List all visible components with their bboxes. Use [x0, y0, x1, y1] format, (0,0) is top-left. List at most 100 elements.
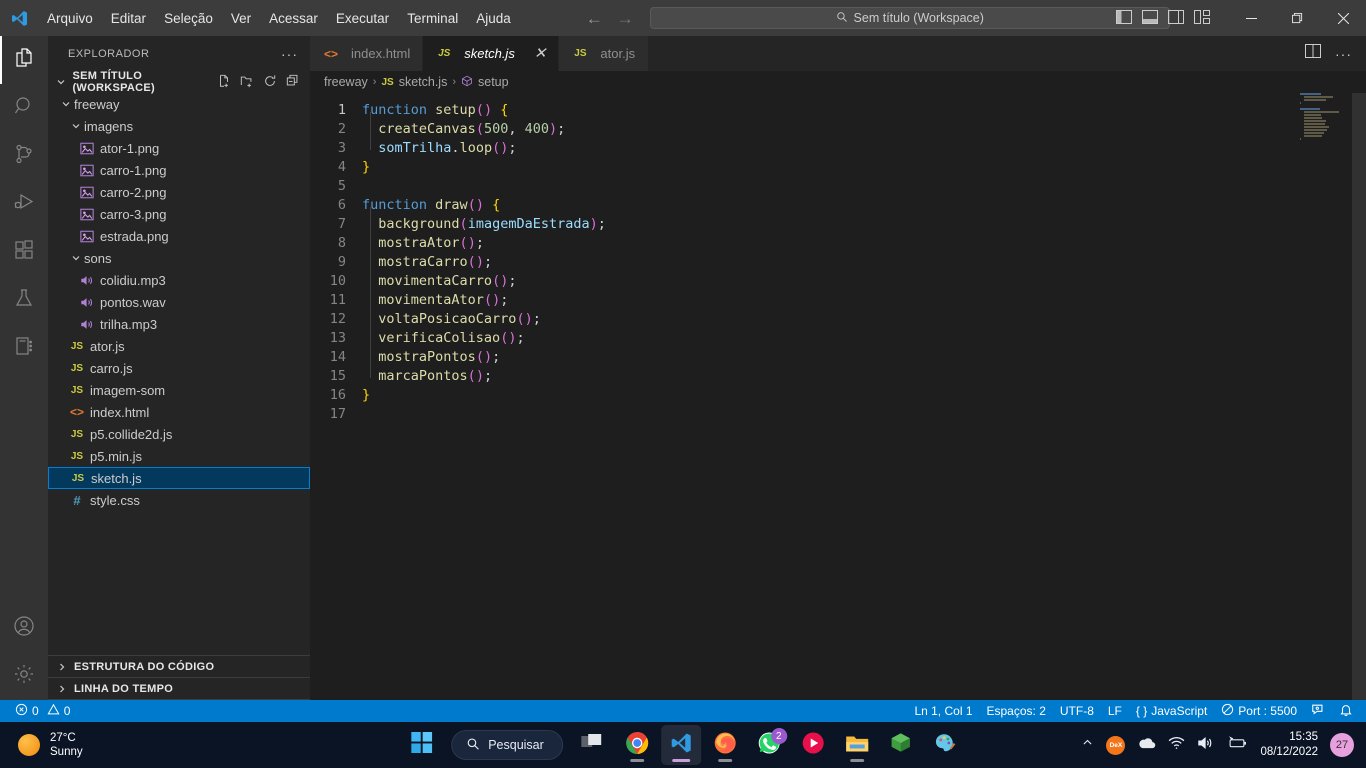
- tree-file-carro-2.png[interactable]: carro-2.png: [48, 181, 310, 203]
- clock[interactable]: 15:35 08/12/2022: [1260, 730, 1318, 760]
- menu-ajuda[interactable]: Ajuda: [467, 7, 520, 30]
- status-language-mode[interactable]: { } JavaScript: [1129, 700, 1214, 722]
- weather-widget[interactable]: 27°C Sunny: [0, 731, 83, 759]
- taskbar-app-firefox[interactable]: [705, 725, 745, 765]
- code-line[interactable]: mostraCarro();: [362, 253, 1366, 272]
- menu-acessar[interactable]: Acessar: [260, 7, 327, 30]
- minimap[interactable]: [1300, 93, 1352, 700]
- code-line[interactable]: function draw() {: [362, 196, 1366, 215]
- code-line[interactable]: somTrilha.loop();: [362, 139, 1366, 158]
- tree-folder-freeway[interactable]: freeway: [48, 93, 310, 115]
- tree-file-imagem-som[interactable]: JS imagem-som: [48, 379, 310, 401]
- taskbar-search[interactable]: Pesquisar: [451, 730, 563, 760]
- split-editor-icon[interactable]: [1305, 44, 1321, 63]
- menu-selecao[interactable]: Seleção: [155, 7, 222, 30]
- code-line[interactable]: background(imagemDaEstrada);: [362, 215, 1366, 234]
- ellipsis-icon[interactable]: ···: [281, 46, 298, 62]
- status-encoding[interactable]: UTF-8: [1053, 700, 1101, 722]
- close-icon[interactable]: [1320, 0, 1366, 36]
- activitybar-item-testing[interactable]: [0, 276, 48, 324]
- battery-icon[interactable]: [1226, 735, 1248, 755]
- code-line[interactable]: movimentaAtor();: [362, 291, 1366, 310]
- tree-folder-imagens[interactable]: imagens: [48, 115, 310, 137]
- scrollbar-thumb[interactable]: [1352, 93, 1366, 700]
- menu-arquivo[interactable]: Arquivo: [38, 7, 102, 30]
- wifi-icon[interactable]: [1168, 736, 1185, 755]
- code-line[interactable]: voltaPosicaoCarro();: [362, 310, 1366, 329]
- editor-tab-index.html[interactable]: <> index.html: [310, 36, 424, 71]
- toggle-secondary-sidebar-icon[interactable]: [1168, 9, 1184, 27]
- breadcrumb-item-symbol[interactable]: setup: [478, 75, 509, 89]
- arrow-left-icon[interactable]: ←: [586, 10, 603, 27]
- tree-file-sketch.js[interactable]: JS sketch.js: [48, 467, 310, 489]
- tree-file-estrada.png[interactable]: estrada.png: [48, 225, 310, 247]
- code-line[interactable]: movimentaCarro();: [362, 272, 1366, 291]
- menu-ver[interactable]: Ver: [222, 7, 260, 30]
- activitybar-item-run-debug[interactable]: [0, 180, 48, 228]
- tree-file-ator-1.png[interactable]: ator-1.png: [48, 137, 310, 159]
- tree-folder-sons[interactable]: sons: [48, 247, 310, 269]
- activitybar-item-source-control[interactable]: [0, 132, 48, 180]
- breadcrumb-item-folder[interactable]: freeway: [324, 75, 368, 89]
- arrow-right-icon[interactable]: →: [617, 10, 634, 27]
- activitybar-item-extensions[interactable]: [0, 228, 48, 276]
- activitybar-item-accounts[interactable]: [0, 604, 48, 652]
- notification-badge[interactable]: 27: [1330, 733, 1354, 757]
- tree-file-index.html[interactable]: <> index.html: [48, 401, 310, 423]
- activitybar-item-notebook[interactable]: [0, 324, 48, 372]
- breadcrumb-item-file[interactable]: sketch.js: [399, 75, 448, 89]
- code-line[interactable]: createCanvas(500, 400);: [362, 120, 1366, 139]
- code-line[interactable]: verificaColisao();: [362, 329, 1366, 348]
- code-line[interactable]: [362, 177, 1366, 196]
- start-button[interactable]: [401, 725, 441, 765]
- editor-tab-sketch.js[interactable]: JS sketch.js ✕: [423, 36, 560, 71]
- samsung-dex-icon[interactable]: DeX: [1106, 735, 1126, 755]
- toggle-panel-icon[interactable]: [1142, 9, 1158, 27]
- tree-file-trilha.mp3[interactable]: trilha.mp3: [48, 313, 310, 335]
- taskbar-app-vscode[interactable]: [660, 725, 701, 765]
- volume-icon[interactable]: [1197, 736, 1214, 755]
- status-eol[interactable]: LF: [1101, 700, 1129, 722]
- status-notifications[interactable]: [1332, 700, 1360, 722]
- taskbar-app-green-cube[interactable]: [881, 725, 921, 765]
- tree-file-pontos.wav[interactable]: pontos.wav: [48, 291, 310, 313]
- customize-layout-icon[interactable]: [1194, 9, 1210, 27]
- code-editor[interactable]: 1 2 3 4 5 6 7 8 9 10 11 12 13 14 15 16 17 function setup…: [310, 93, 1366, 700]
- status-feedback[interactable]: [1304, 700, 1332, 722]
- taskbar-app-whatsapp[interactable]: 2: [749, 725, 789, 765]
- code-line[interactable]: [362, 405, 1366, 424]
- activitybar-item-explorer[interactable]: [0, 36, 48, 84]
- menu-editar[interactable]: Editar: [102, 7, 155, 30]
- tree-file-carro-1.png[interactable]: carro-1.png: [48, 159, 310, 181]
- toggle-primary-sidebar-icon[interactable]: [1116, 9, 1132, 27]
- chevron-up-icon[interactable]: [1081, 736, 1094, 754]
- refresh-icon[interactable]: [263, 74, 277, 91]
- quick-search-input[interactable]: Sem título (Workspace): [649, 7, 1170, 29]
- status-live-server-port[interactable]: Port : 5500: [1214, 700, 1304, 722]
- code-line[interactable]: mostraPontos();: [362, 348, 1366, 367]
- tree-file-p5.collide2d.js[interactable]: JS p5.collide2d.js: [48, 423, 310, 445]
- code-line[interactable]: }: [362, 158, 1366, 177]
- collapse-all-icon[interactable]: [286, 74, 300, 91]
- tree-file-ator.js[interactable]: JS ator.js: [48, 335, 310, 357]
- workspace-section-header[interactable]: SEM TÍTULO (WORKSPACE): [48, 70, 310, 94]
- status-indentation[interactable]: Espaços: 2: [980, 700, 1053, 722]
- code-line[interactable]: function setup() {: [362, 101, 1366, 120]
- code-line[interactable]: marcaPontos();: [362, 367, 1366, 386]
- code-line[interactable]: mostraAtor();: [362, 234, 1366, 253]
- tree-file-style.css[interactable]: # style.css: [48, 489, 310, 511]
- editor-scrollbar[interactable]: [1352, 93, 1366, 700]
- menu-executar[interactable]: Executar: [327, 7, 398, 30]
- code-line[interactable]: }: [362, 386, 1366, 405]
- editor-tab-ator.js[interactable]: JS ator.js: [559, 36, 650, 71]
- activitybar-item-settings[interactable]: [0, 652, 48, 700]
- status-cursor-position[interactable]: Ln 1, Col 1: [907, 700, 979, 722]
- more-actions-icon[interactable]: ···: [1335, 46, 1352, 62]
- status-problems[interactable]: 0 0: [8, 700, 77, 722]
- tree-file-carro-3.png[interactable]: carro-3.png: [48, 203, 310, 225]
- activitybar-item-search[interactable]: [0, 84, 48, 132]
- menu-terminal[interactable]: Terminal: [398, 7, 467, 30]
- minimize-icon[interactable]: [1228, 0, 1274, 36]
- section-estrutura-do-codigo[interactable]: ESTRUTURA DO CÓDIGO: [48, 656, 310, 678]
- taskbar-app-paint[interactable]: [925, 725, 965, 765]
